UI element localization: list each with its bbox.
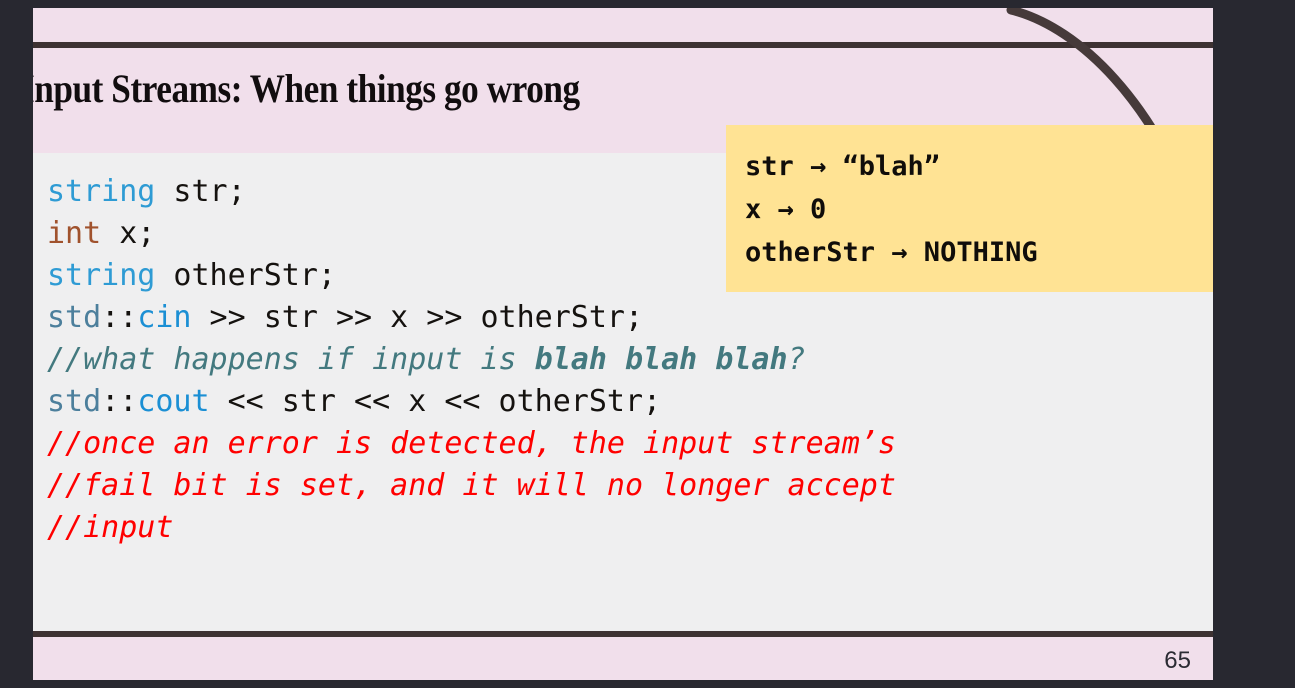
code-line-stmt-cin: std::cin >> str >> x >> otherStr;: [47, 297, 896, 339]
code-token: std: [47, 300, 102, 335]
code-token: str;: [155, 174, 246, 209]
callout-box: str → “blah” x → 0 otherStr → NOTHING: [726, 125, 1213, 292]
callout-line-2: otherStr → NOTHING: [745, 237, 1038, 268]
code-token: << str << x << otherStr;: [209, 384, 662, 419]
code-token: ::: [101, 300, 138, 335]
code-line-comment-error-detected: //once an error is detected, the input s…: [47, 423, 896, 465]
code-token: otherStr;: [155, 258, 336, 293]
page-title: Input Streams: When things go wrong: [33, 66, 580, 111]
code-token: blah blah blah: [534, 342, 788, 377]
code-line-comment-input: //input: [47, 507, 896, 549]
code-token: ?: [787, 342, 806, 377]
code-token: x;: [101, 216, 156, 251]
callout-line-1: x → 0: [745, 194, 827, 225]
slide-top-band: [33, 8, 1213, 42]
presentation-slide: Input Streams: When things go wrong stri…: [33, 8, 1213, 680]
code-token: int: [47, 216, 102, 251]
code-line-comment-fail-bit: //fail bit is set, and it will no longer…: [47, 465, 896, 507]
code-token: //input: [47, 510, 174, 545]
code-token: >> str >> x >> otherStr;: [191, 300, 644, 335]
code-token: //once an error is detected, the input s…: [47, 426, 896, 461]
code-line-stmt-cout: std::cout << str << x << otherStr;: [47, 381, 896, 423]
code-token: std: [47, 384, 102, 419]
code-token: ::: [101, 384, 138, 419]
code-token: //what happens if input is: [47, 342, 535, 377]
slide-footer-band: [33, 637, 1213, 680]
code-token: cout: [137, 384, 210, 419]
code-token: string: [47, 174, 156, 209]
code-line-comment-what-happens: //what happens if input is blah blah bla…: [47, 339, 896, 381]
callout-line-0: str → “blah”: [745, 151, 941, 182]
page-number: 65: [1164, 647, 1191, 674]
code-token: string: [47, 258, 156, 293]
code-token: cin: [137, 300, 192, 335]
code-token: //fail bit is set, and it will no longer…: [47, 468, 896, 503]
slide-stage: Input Streams: When things go wrong stri…: [0, 0, 1295, 688]
